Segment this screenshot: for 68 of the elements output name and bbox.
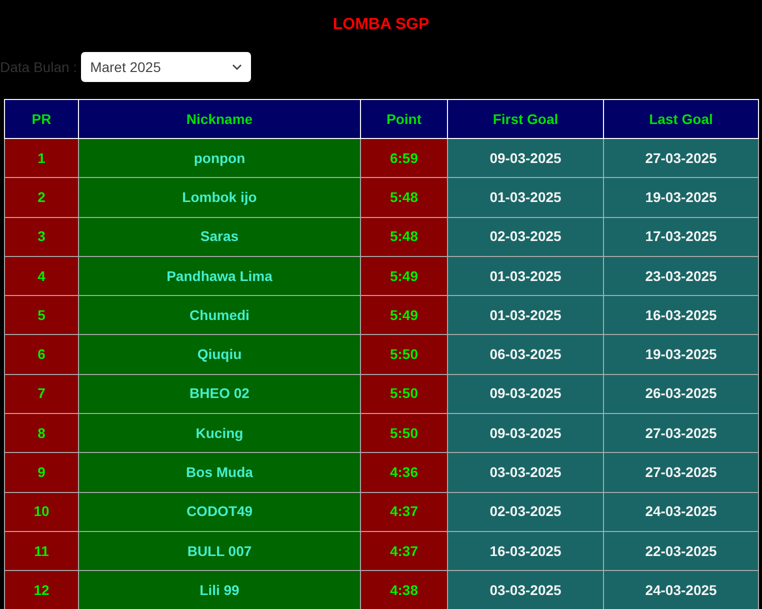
table-cell: 22-03-2025 <box>604 531 758 571</box>
table-cell: 5:49 <box>360 296 448 335</box>
column-header: Last Goal <box>604 100 758 138</box>
table-cell: CODOT49 <box>78 492 360 532</box>
column-header: Point <box>360 100 448 138</box>
table-cell: ponpon <box>78 138 360 178</box>
month-select[interactable]: Maret 2025 <box>81 52 252 82</box>
column-header: PR <box>4 100 78 138</box>
table-cell: Bos Muda <box>78 452 360 492</box>
table-cell: 27-03-2025 <box>604 414 758 453</box>
table-cell: 8 <box>4 414 78 453</box>
table-cell: 5:50 <box>360 414 448 453</box>
table-cell: Saras <box>78 217 360 256</box>
table-cell: 17-03-2025 <box>604 217 758 256</box>
table-cell: 02-03-2025 <box>448 217 604 256</box>
table-cell: 4:37 <box>360 492 448 532</box>
page-title: LOMBA SGP <box>332 15 430 35</box>
table-cell: 06-03-2025 <box>448 334 604 374</box>
table-cell: Chumedi <box>78 296 360 335</box>
table-cell: 6:59 <box>360 138 448 178</box>
table-cell: 19-03-2025 <box>604 334 758 374</box>
table-cell: Pandhawa Lima <box>78 256 360 296</box>
table-cell: Lili 99 <box>78 570 360 609</box>
table-cell: BULL 007 <box>78 531 360 571</box>
table-cell: 27-03-2025 <box>604 138 758 178</box>
table-cell: 19-03-2025 <box>604 178 758 218</box>
table-cell: 3 <box>4 217 78 256</box>
table-cell: BHEO 02 <box>78 374 360 414</box>
table-cell: 09-03-2025 <box>448 374 604 414</box>
table-cell: 03-03-2025 <box>448 570 604 609</box>
column-header: First Goal <box>448 100 604 138</box>
table-cell: 24-03-2025 <box>604 492 758 532</box>
table-cell: 5:48 <box>360 217 448 256</box>
table-cell: 16-03-2025 <box>604 296 758 335</box>
table-cell: 4:37 <box>360 531 448 571</box>
table-cell: 11 <box>4 531 78 571</box>
table-cell: 26-03-2025 <box>604 374 758 414</box>
table-cell: 5:50 <box>360 374 448 414</box>
table-cell: Lombok ijo <box>78 178 360 218</box>
column-header: Nickname <box>78 100 360 138</box>
table-cell: 5:50 <box>360 334 448 374</box>
table-cell: 23-03-2025 <box>604 256 758 296</box>
table-cell: 03-03-2025 <box>448 452 604 492</box>
table-cell: 6 <box>4 334 78 374</box>
table-cell: 01-03-2025 <box>448 178 604 218</box>
table-cell: 24-03-2025 <box>604 570 758 609</box>
table-cell: 5 <box>4 296 78 335</box>
table-cell: 4:36 <box>360 452 448 492</box>
table-cell: Qiuqiu <box>78 334 360 374</box>
table-cell: 4:38 <box>360 570 448 609</box>
table-cell: 9 <box>4 452 78 492</box>
table-cell: 12 <box>4 570 78 609</box>
table-cell: 1 <box>4 138 78 178</box>
table-cell: 7 <box>4 374 78 414</box>
table-cell: 16-03-2025 <box>448 531 604 571</box>
table-cell: 01-03-2025 <box>448 296 604 335</box>
table-cell: 5:48 <box>360 178 448 218</box>
table-cell: 5:49 <box>360 256 448 296</box>
table-cell: 09-03-2025 <box>448 414 604 453</box>
table-cell: 10 <box>4 492 78 532</box>
chevron-icon <box>232 64 242 70</box>
table-cell: 27-03-2025 <box>604 452 758 492</box>
table-cell: 2 <box>4 178 78 218</box>
table-cell: 4 <box>4 256 78 296</box>
table-cell: 09-03-2025 <box>448 138 604 178</box>
table-cell: Kucing <box>78 414 360 453</box>
table-cell: 01-03-2025 <box>448 256 604 296</box>
table-cell: 02-03-2025 <box>448 492 604 532</box>
